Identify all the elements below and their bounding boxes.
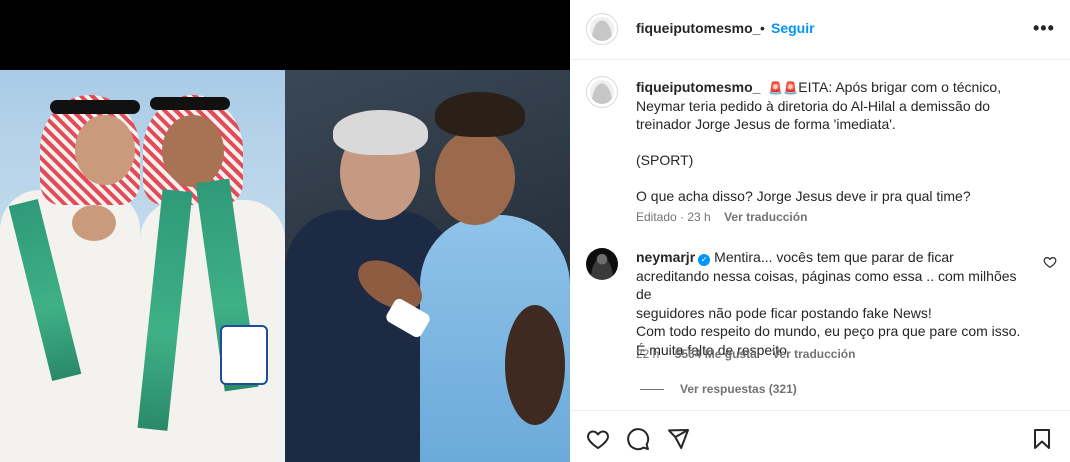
comment-line-2: acreditando nessa coisas, páginas como e… (636, 267, 1017, 303)
post-actions-bar (570, 410, 1070, 462)
figure-face-right (162, 115, 224, 187)
figure-teammate (505, 305, 565, 425)
post-caption: fiqueiputomesmo_ 🚨🚨EITA: Após brigar com… (636, 78, 1036, 205)
verified-badge-icon: ✓ (698, 254, 711, 266)
paper-plane-icon[interactable] (666, 427, 690, 451)
replies-divider-line (640, 389, 664, 391)
post-header: fiqueiputomesmo_ • Seguir ••• (570, 0, 1070, 60)
al-hilal-logo-icon (220, 325, 268, 385)
comment-time: 22 h (636, 347, 660, 361)
caption-line-1: EITA: Após brigar com o técnico, (798, 79, 1002, 95)
siren-emoji-icon: 🚨🚨 (768, 81, 799, 95)
caption-line-3: treinador Jorge Jesus de forma 'imediata… (636, 116, 896, 132)
bookmark-icon[interactable] (1030, 427, 1054, 451)
caption-source: (SPORT) (636, 152, 694, 168)
separator-dot: • (760, 20, 765, 36)
post-author-username[interactable]: fiqueiputomesmo_ (636, 20, 760, 36)
caption-translate-link[interactable]: Ver traducción (724, 210, 807, 224)
figure-coach-hair (333, 110, 428, 155)
heart-icon[interactable] (586, 427, 610, 451)
caption-question: O que acha disso? Jorge Jesus deve ir pr… (636, 188, 971, 204)
caption-edited-time: Editado · 23 h (636, 210, 711, 224)
view-replies-button[interactable]: Ver respuestas (321) (640, 382, 797, 396)
figure-agal-left (50, 100, 140, 114)
follow-button[interactable]: Seguir (771, 20, 815, 36)
commenter-avatar[interactable] (586, 248, 618, 280)
caption-meta: Editado · 23 h Ver traducción (636, 210, 807, 224)
default-avatar-icon[interactable] (586, 13, 618, 45)
figure-thumbs-up (72, 205, 116, 241)
post-media[interactable] (0, 0, 570, 462)
comment-author-username[interactable]: neymarjr (636, 249, 695, 265)
photo-neymar-scarf (0, 70, 285, 462)
comment-meta: 22 h 5564 Me gusta Ver traducción (636, 347, 855, 361)
caption-line-2: Neymar teria pedido à diretoria do Al-Hi… (636, 98, 991, 114)
comment-line-1: Mentira... vocês tem que parar de ficar (714, 249, 954, 265)
comment-translate-link[interactable]: Ver traducción (772, 347, 855, 361)
comment-line-4: Com todo respeito do mundo, eu peço pra … (636, 323, 1021, 339)
figure-player-face (435, 130, 515, 225)
figure-agal-right (150, 97, 230, 110)
comment-like-heart-icon[interactable] (1043, 255, 1057, 269)
more-options-icon[interactable]: ••• (1033, 18, 1055, 39)
caption-author-username[interactable]: fiqueiputomesmo_ (636, 79, 760, 95)
photo-bench (285, 70, 570, 462)
comment-line-3: seguidores não pode ficar postando fake … (636, 304, 932, 321)
caption-avatar-icon[interactable] (586, 76, 618, 108)
comment: neymarjr ✓ Mentira... vocês tem que parar … (636, 248, 1031, 359)
post-panel: fiqueiputomesmo_ • Seguir ••• fiqueiputo… (570, 0, 1070, 462)
view-replies-label: Ver respuestas (321) (680, 382, 797, 396)
comment-bubble-icon[interactable] (626, 427, 650, 451)
figure-player-hair (435, 92, 525, 137)
figure-face-left (75, 115, 135, 185)
comment-likes-count[interactable]: 5564 Me gusta (675, 347, 757, 361)
